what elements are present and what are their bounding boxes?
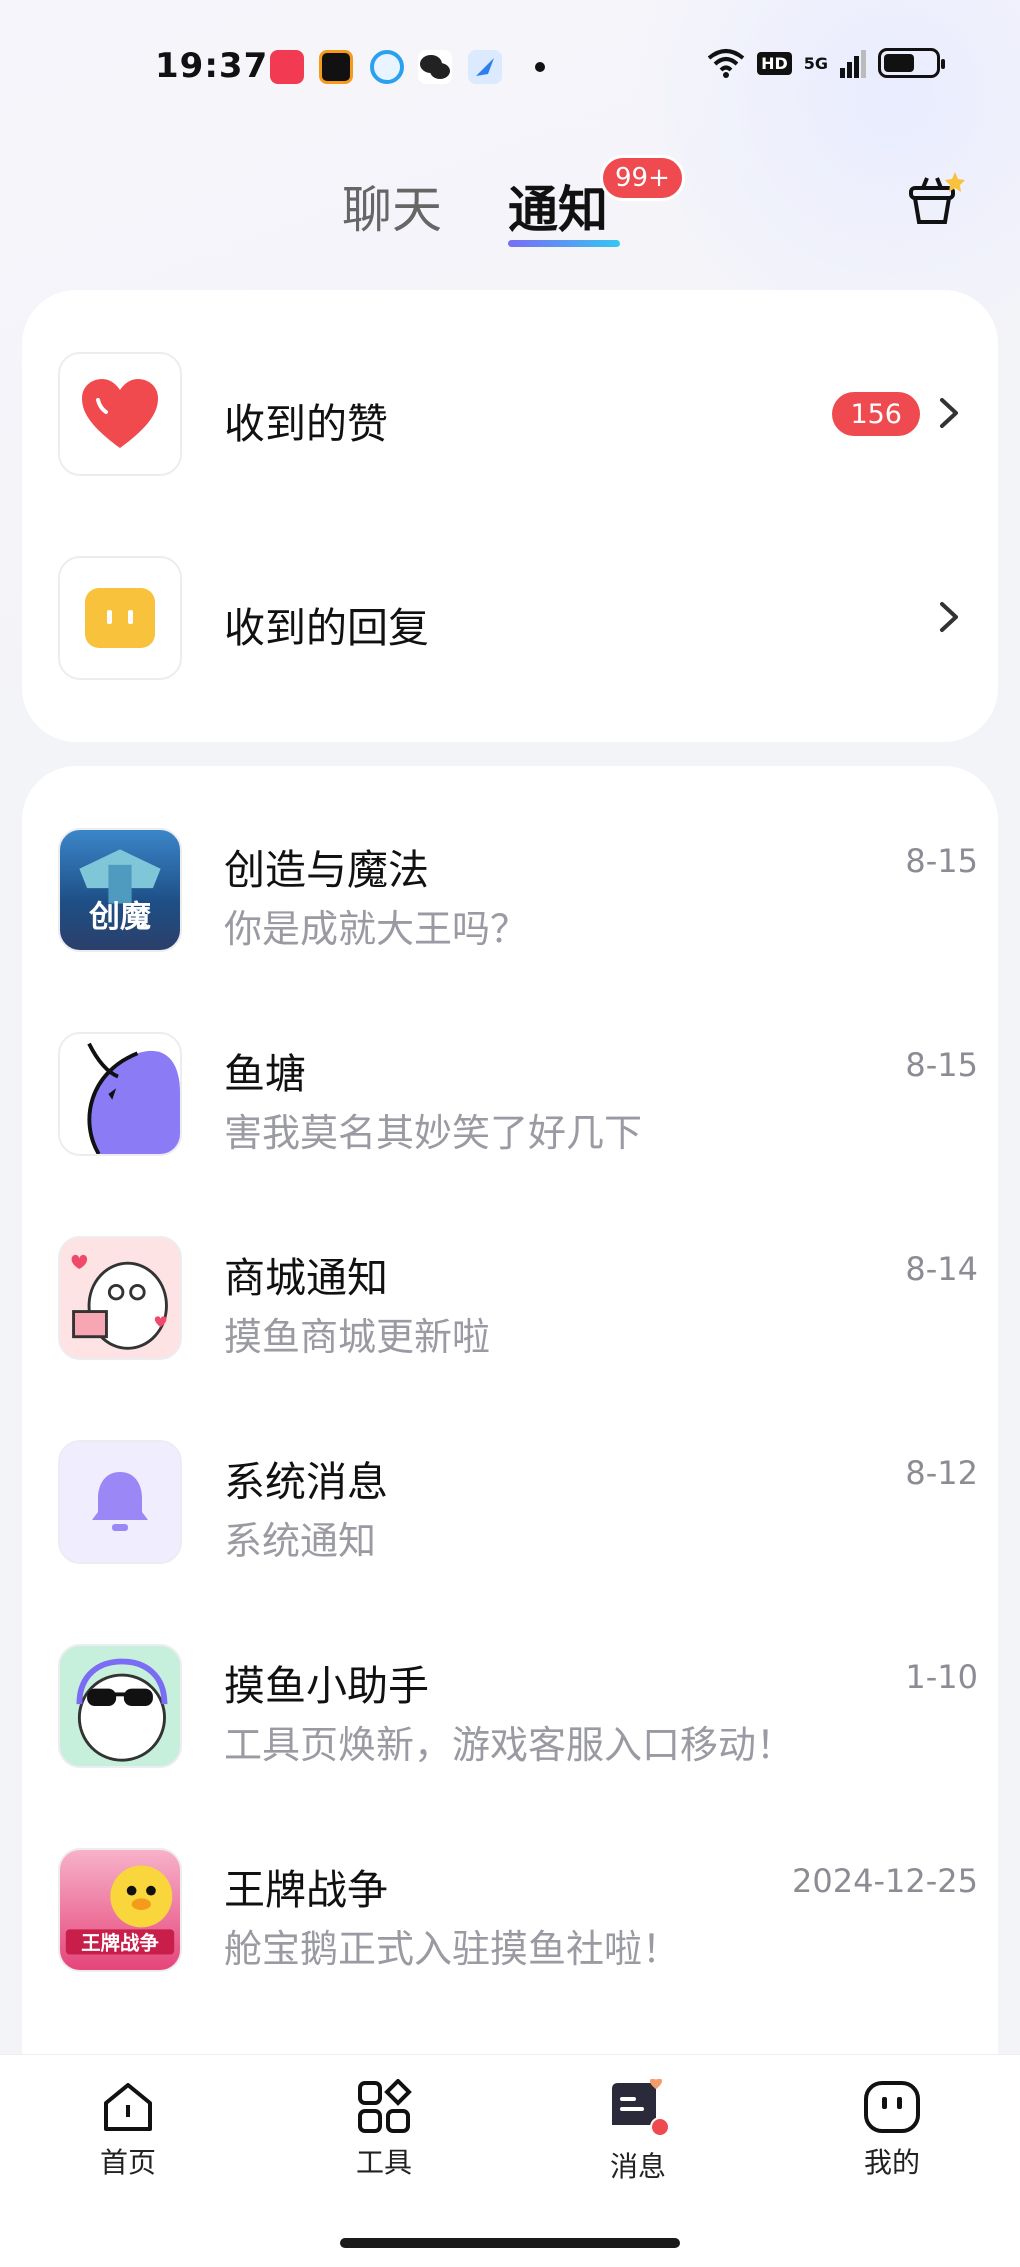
- header-tabs: 聊天 通知 99+: [0, 155, 1020, 260]
- interactions-card: 收到的赞 156 收到的回复: [22, 290, 998, 742]
- nav-profile-label: 我的: [863, 2146, 920, 2179]
- basket-button[interactable]: [905, 170, 965, 230]
- hd-badge: HD: [757, 51, 792, 75]
- message-preview: 舱宝鹅正式入驻摸鱼社啦！: [224, 1927, 681, 1971]
- nav-messages[interactable]: 消息: [578, 2079, 698, 2185]
- likes-row[interactable]: 收到的赞 156: [58, 352, 978, 476]
- message-preview: 摸鱼商城更新啦: [224, 1315, 491, 1359]
- nav-tools-label: 工具: [355, 2146, 412, 2179]
- assistant-avatar: [58, 1644, 182, 1768]
- list-item[interactable]: 摸鱼小助手 工具页焕新，游戏客服入口移动！ 1-10: [58, 1644, 978, 1768]
- message-title: 摸鱼小助手: [224, 1662, 429, 1710]
- likes-icon-box: [58, 352, 182, 476]
- svg-text:创魔: 创魔: [88, 899, 151, 935]
- message-title: 创造与魔法: [224, 846, 429, 894]
- bottom-nav: 首页 工具 消息 我的: [0, 2054, 1020, 2267]
- profile-face-icon: [864, 2081, 920, 2133]
- message-title: 王牌战争: [224, 1866, 388, 1914]
- message-date: 1-10: [905, 1658, 978, 1696]
- tab-chat[interactable]: 聊天: [342, 170, 442, 242]
- message-icon: [612, 2079, 670, 2137]
- list-item[interactable]: 鱼塘 害我莫名其妙笑了好几下 8-15: [58, 1032, 978, 1156]
- message-date: 8-14: [905, 1250, 978, 1288]
- fish-icon: [87, 1042, 180, 1154]
- mascot-gift-avatar: [58, 1236, 182, 1360]
- message-preview: 系统通知: [224, 1519, 377, 1563]
- replies-icon-box: [58, 556, 182, 680]
- message-preview: 工具页焕新，游戏客服入口移动！: [224, 1723, 795, 1767]
- heart-icon: [82, 379, 158, 448]
- list-item[interactable]: 创魔 创造与魔法 你是成就大王吗？ 8-15: [58, 828, 978, 952]
- message-title: 商城通知: [224, 1254, 388, 1302]
- signal-icon: [840, 50, 866, 78]
- message-date: 2024-12-25: [792, 1862, 978, 1900]
- message-list-card: 创魔 创造与魔法 你是成就大王吗？ 8-15 鱼塘 害我莫名其妙笑了好几下 8-…: [22, 766, 998, 2056]
- home-indicator[interactable]: [340, 2238, 680, 2248]
- notice-count-badge: 99+: [600, 155, 685, 201]
- message-preview: 你是成就大王吗？: [224, 907, 529, 951]
- message-date: 8-15: [905, 1046, 978, 1084]
- browser-app-icon: [370, 50, 404, 84]
- music-app-icon: [270, 50, 304, 84]
- nav-messages-label: 消息: [609, 2150, 666, 2183]
- message-date: 8-12: [905, 1454, 978, 1492]
- replies-row[interactable]: 收到的回复: [58, 556, 978, 680]
- message-title: 系统消息: [224, 1458, 388, 1506]
- message-date: 8-15: [905, 842, 978, 880]
- message-title: 鱼塘: [224, 1050, 306, 1098]
- status-time: 19:37: [155, 46, 269, 86]
- game-cover-avatar: 王牌战争: [58, 1848, 182, 1972]
- list-item[interactable]: 商城通知 摸鱼商城更新啦 8-14: [58, 1236, 978, 1360]
- reply-face-icon: [85, 588, 155, 648]
- tab-notice[interactable]: 通知: [508, 170, 608, 242]
- message-preview: 害我莫名其妙笑了好几下: [224, 1111, 643, 1155]
- bell-icon: [92, 1472, 148, 1531]
- network-label: 5G: [803, 53, 828, 73]
- svg-text:王牌战争: 王牌战争: [81, 1932, 158, 1955]
- replies-label: 收到的回复: [224, 604, 429, 652]
- nav-profile[interactable]: 我的: [832, 2079, 952, 2181]
- status-right: HD 5G: [707, 48, 945, 78]
- wechat-app-icon: [418, 50, 452, 84]
- status-bar: 19:37 HD 5G: [0, 0, 1020, 135]
- chevron-right-icon: [940, 602, 958, 632]
- likes-label: 收到的赞: [224, 400, 388, 448]
- wifi-icon: [707, 49, 745, 78]
- nav-home[interactable]: 首页: [68, 2079, 188, 2181]
- chevron-right-icon: [940, 398, 958, 428]
- more-notifications-dot: [535, 62, 545, 72]
- list-item[interactable]: 王牌战争 王牌战争 舱宝鹅正式入驻摸鱼社啦！ 2024-12-25: [58, 1848, 978, 1972]
- nav-tools[interactable]: 工具: [324, 2079, 444, 2181]
- notes-app-icon: [319, 50, 353, 84]
- system-avatar: [58, 1440, 182, 1564]
- nav-home-label: 首页: [99, 2146, 156, 2179]
- active-tab-indicator: [508, 240, 620, 247]
- list-item[interactable]: 系统消息 系统通知 8-12: [58, 1440, 978, 1564]
- fish-avatar: [58, 1032, 182, 1156]
- feather-app-icon: [468, 50, 502, 84]
- basket-icon: [909, 172, 965, 224]
- grid-icon: [358, 2079, 412, 2133]
- battery-icon: [878, 48, 945, 78]
- likes-count-badge: 156: [832, 392, 920, 436]
- home-icon: [104, 2083, 152, 2131]
- game-cover-avatar: 创魔: [58, 828, 182, 952]
